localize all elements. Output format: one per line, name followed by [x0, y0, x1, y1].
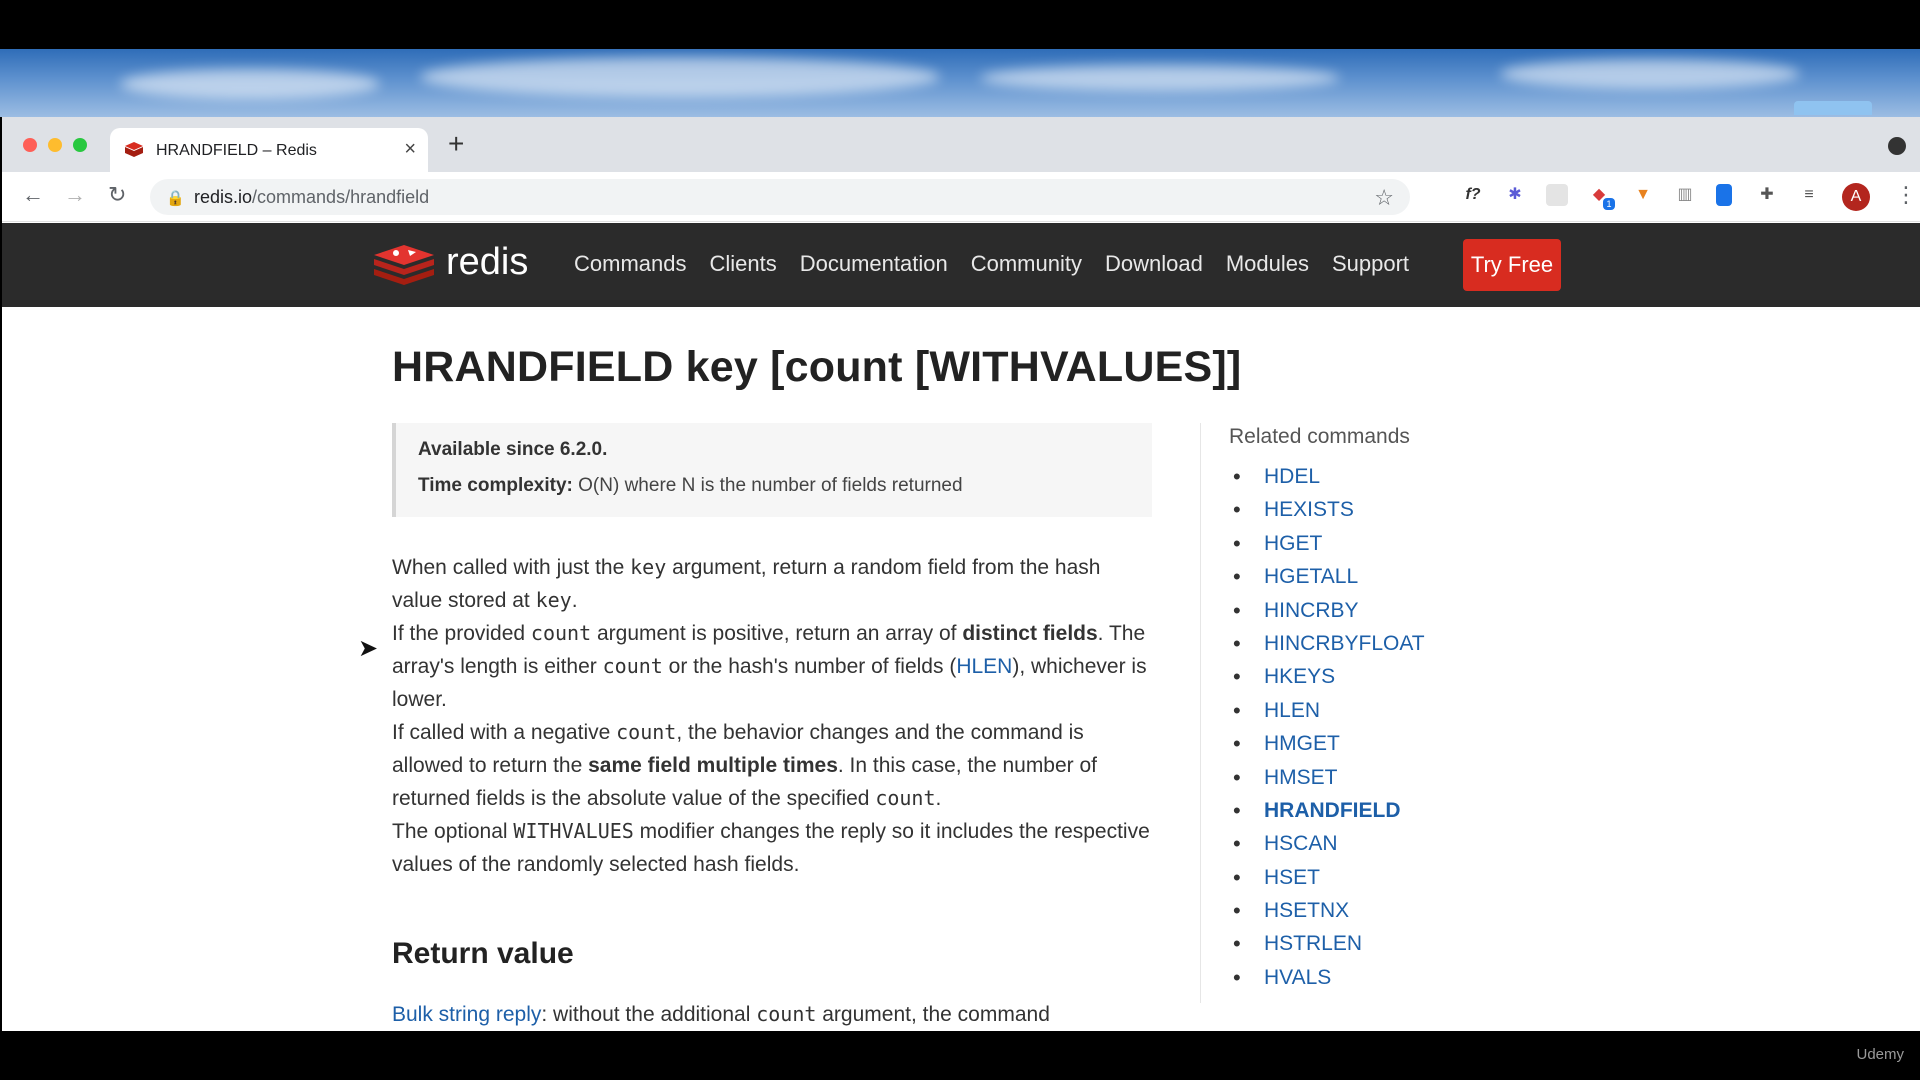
main-content: HRANDFIELD key [count [WITHVALUES]] Avai… — [2, 307, 1920, 1031]
related-command-link[interactable]: HSCAN — [1264, 832, 1338, 855]
nav-download[interactable]: Download — [1105, 251, 1203, 277]
related-command-link[interactable]: HMSET — [1264, 766, 1338, 789]
related-commands-list: HDEL HEXISTS HGET HGETALL HINCRBY HINCRB… — [1233, 460, 1425, 994]
related-command-link[interactable]: HMGET — [1264, 732, 1340, 755]
fn-extension-icon[interactable]: f? — [1458, 184, 1488, 206]
tab-title: HRANDFIELD – Redis — [156, 142, 317, 159]
browser-window: HRANDFIELD – Redis × + ← → ↻ 🔒 redis.io/… — [2, 117, 1920, 1031]
nav-clients[interactable]: Clients — [709, 251, 776, 277]
try-free-button[interactable]: Try Free — [1463, 239, 1561, 291]
description-paragraph-2: If the provided count argument is positi… — [392, 621, 1147, 711]
tab-search-button[interactable] — [1888, 137, 1906, 155]
tab-hrandfield[interactable]: HRANDFIELD – Redis × — [110, 128, 428, 172]
extensions-puzzle-icon[interactable]: ✚ — [1756, 184, 1778, 206]
related-command-link-current[interactable]: HRANDFIELD — [1264, 799, 1401, 822]
hlen-link[interactable]: HLEN — [956, 655, 1012, 678]
metamask-fox-icon[interactable]: ▼ — [1632, 184, 1654, 206]
browser-menu-icon[interactable]: ⋮ — [1895, 182, 1917, 208]
new-tab-button[interactable]: + — [448, 130, 464, 158]
minimize-window-button[interactable] — [48, 138, 62, 152]
list-item: HMSET — [1233, 761, 1425, 794]
lock-icon[interactable]: 🔒 — [166, 189, 185, 207]
list-item: HINCRBYFLOAT — [1233, 627, 1425, 660]
react-devtools-icon[interactable]: ✱ — [1504, 184, 1526, 206]
blank-extension-icon[interactable] — [1546, 184, 1568, 206]
nav-community[interactable]: Community — [971, 251, 1082, 277]
redis-logo-icon[interactable] — [372, 241, 436, 291]
list-item: HGETALL — [1233, 560, 1425, 593]
related-command-link[interactable]: HDEL — [1264, 465, 1320, 488]
desktop-background — [0, 49, 1920, 117]
list-item: HSTRLEN — [1233, 927, 1425, 960]
description-paragraph-1: When called with just the key argument, … — [392, 555, 1101, 612]
nav-documentation[interactable]: Documentation — [800, 251, 948, 277]
list-item: HDEL — [1233, 460, 1425, 493]
profile-avatar[interactable]: A — [1842, 183, 1870, 211]
related-command-link[interactable]: HSET — [1264, 866, 1320, 889]
list-item: HEXISTS — [1233, 493, 1425, 526]
nav-commands[interactable]: Commands — [574, 251, 686, 277]
sidebar-divider — [1200, 423, 1201, 1003]
list-item: HVALS — [1233, 961, 1425, 994]
related-command-link[interactable]: HKEYS — [1264, 665, 1335, 688]
description-paragraph-3: If called with a negative count, the beh… — [392, 720, 1098, 810]
address-bar[interactable]: 🔒 redis.io/commands/hrandfield ☆ — [150, 179, 1410, 215]
back-button[interactable]: ← — [22, 182, 44, 208]
page-title: HRANDFIELD key [count [WITHVALUES]] — [392, 343, 1242, 391]
related-command-link[interactable]: HGETALL — [1264, 565, 1358, 588]
site-nav-links: Commands Clients Documentation Community… — [574, 251, 1432, 277]
return-value-paragraph: Bulk string reply: without the additiona… — [392, 1002, 1050, 1026]
video-letterbox-bottom — [0, 1031, 1920, 1080]
redis-favicon-icon — [125, 142, 143, 157]
list-item: HSET — [1233, 861, 1425, 894]
related-command-link[interactable]: HEXISTS — [1264, 498, 1354, 521]
related-command-link[interactable]: HGET — [1264, 532, 1322, 555]
description-paragraph-4: The optional WITHVALUES modifier changes… — [392, 819, 1150, 876]
mouse-cursor-icon: ➤ — [358, 635, 379, 662]
related-command-link[interactable]: HSTRLEN — [1264, 932, 1362, 955]
list-item: HSCAN — [1233, 827, 1425, 860]
list-item: HGET — [1233, 527, 1425, 560]
zoom-window-button[interactable] — [73, 138, 87, 152]
forward-button[interactable]: → — [64, 182, 86, 208]
related-command-link[interactable]: HINCRBY — [1264, 599, 1359, 622]
list-item: HRANDFIELD — [1233, 794, 1425, 827]
desktop-folder-icon[interactable] — [1794, 101, 1872, 115]
bulk-string-reply-link[interactable]: Bulk string reply — [392, 1003, 541, 1026]
browser-toolbar: ← → ↻ 🔒 redis.io/commands/hrandfield ☆ f… — [2, 172, 1920, 222]
list-item: HLEN — [1233, 694, 1425, 727]
list-item: HKEYS — [1233, 660, 1425, 693]
list-item: HMGET — [1233, 727, 1425, 760]
tab-strip: HRANDFIELD – Redis × + — [2, 117, 1920, 172]
nav-modules[interactable]: Modules — [1226, 251, 1309, 277]
command-info-box: Available since 6.2.0. Time complexity: … — [392, 423, 1152, 517]
tab-close-icon[interactable]: × — [404, 138, 416, 161]
related-command-link[interactable]: HVALS — [1264, 966, 1331, 989]
related-command-link[interactable]: HLEN — [1264, 699, 1320, 722]
related-command-link[interactable]: HINCRBYFLOAT — [1264, 632, 1425, 655]
url-text: redis.io/commands/hrandfield — [194, 187, 430, 207]
video-letterbox-top — [0, 0, 1920, 49]
close-window-button[interactable] — [23, 138, 37, 152]
nav-support[interactable]: Support — [1332, 251, 1409, 277]
redis-logo-text[interactable]: redis — [446, 241, 528, 284]
reading-list-icon[interactable]: ≡ — [1798, 184, 1820, 206]
available-since: Available since 6.2.0. — [418, 439, 608, 460]
chart-extension-icon[interactable]: ▥ — [1674, 184, 1696, 206]
related-commands-title: Related commands — [1229, 425, 1410, 448]
list-item: HINCRBY — [1233, 594, 1425, 627]
bookmark-star-icon[interactable]: ☆ — [1374, 185, 1394, 211]
udemy-watermark: Udemy — [1856, 1046, 1904, 1063]
reload-button[interactable]: ↻ — [108, 182, 126, 208]
site-header: redis Commands Clients Documentation Com… — [2, 223, 1920, 307]
related-command-link[interactable]: HSETNX — [1264, 899, 1349, 922]
time-complexity: Time complexity: O(N) where N is the num… — [418, 475, 963, 496]
bookmark-extension-icon[interactable] — [1716, 184, 1732, 206]
list-item: HSETNX — [1233, 894, 1425, 927]
return-value-heading: Return value — [392, 937, 574, 970]
extension-badge: 1 — [1603, 198, 1615, 210]
